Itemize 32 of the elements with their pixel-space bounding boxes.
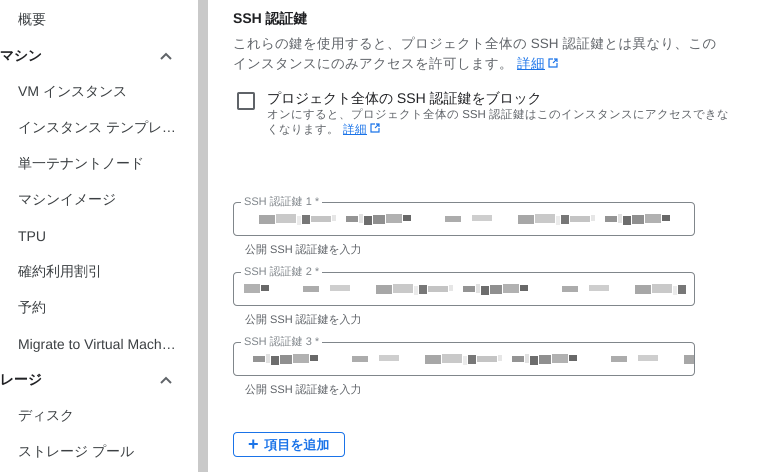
helper-text: 公開 SSH 認証鍵を入力	[245, 243, 362, 257]
sidebar-item[interactable]: 概要	[0, 11, 46, 29]
sidebar-section[interactable]: マシン	[0, 47, 42, 65]
scrollbar[interactable]	[198, 0, 208, 472]
checkbox-label: プロジェクト全体の SSH 認証鍵をブロック	[267, 90, 543, 108]
sidebar-item[interactable]: マシンイメージ	[0, 191, 116, 209]
sidebar-item[interactable]: 確約利用割引	[0, 263, 102, 281]
description-text: これらの鍵を使用すると、プロジェクト全体の SSH 認証鍵とは異なり、このインスタンスにのみアクセスを許可します。 詳細	[233, 35, 718, 73]
external-link-icon[interactable]	[370, 123, 380, 133]
field-label: SSH 認証鍵 1 *	[241, 196, 322, 208]
section-title: SSH 認証鍵	[233, 10, 309, 28]
chevron-icon[interactable]	[160, 52, 172, 60]
field-label: SSH 認証鍵 3 *	[241, 336, 322, 348]
sidebar-item[interactable]: ディスク	[0, 407, 74, 425]
sidebar-item[interactable]: 単一テナントノード	[0, 155, 144, 173]
checkbox[interactable]	[237, 92, 255, 110]
learn-more-link[interactable]: 詳細	[517, 56, 545, 71]
sidebar-section[interactable]: レージ	[0, 371, 42, 389]
sidebar-item[interactable]: TPU	[0, 228, 46, 244]
sidebar-item[interactable]: インスタンス テンプレ…	[0, 119, 176, 137]
field-label: SSH 認証鍵 2 *	[241, 266, 322, 278]
add-item-button[interactable]: + 項目を追加	[233, 432, 345, 457]
external-link-icon[interactable]	[548, 58, 558, 68]
helper-text: 公開 SSH 認証鍵を入力	[245, 313, 362, 327]
sidebar-item[interactable]: VM インスタンス	[0, 83, 127, 101]
helper-text: 公開 SSH 認証鍵を入力	[245, 383, 362, 397]
help-text: オンにすると、プロジェクト全体の SSH 認証鍵はこのインスタンスにアクセスできなくなります。 詳細	[267, 108, 730, 138]
sidebar-item[interactable]: Migrate to Virtual Mach…	[0, 336, 176, 352]
learn-more-link[interactable]: 詳細	[343, 124, 367, 136]
sidebar-item[interactable]: 予約	[0, 299, 46, 317]
chevron-icon[interactable]	[160, 376, 172, 384]
sidebar-item[interactable]: ストレージ プール	[0, 443, 134, 461]
